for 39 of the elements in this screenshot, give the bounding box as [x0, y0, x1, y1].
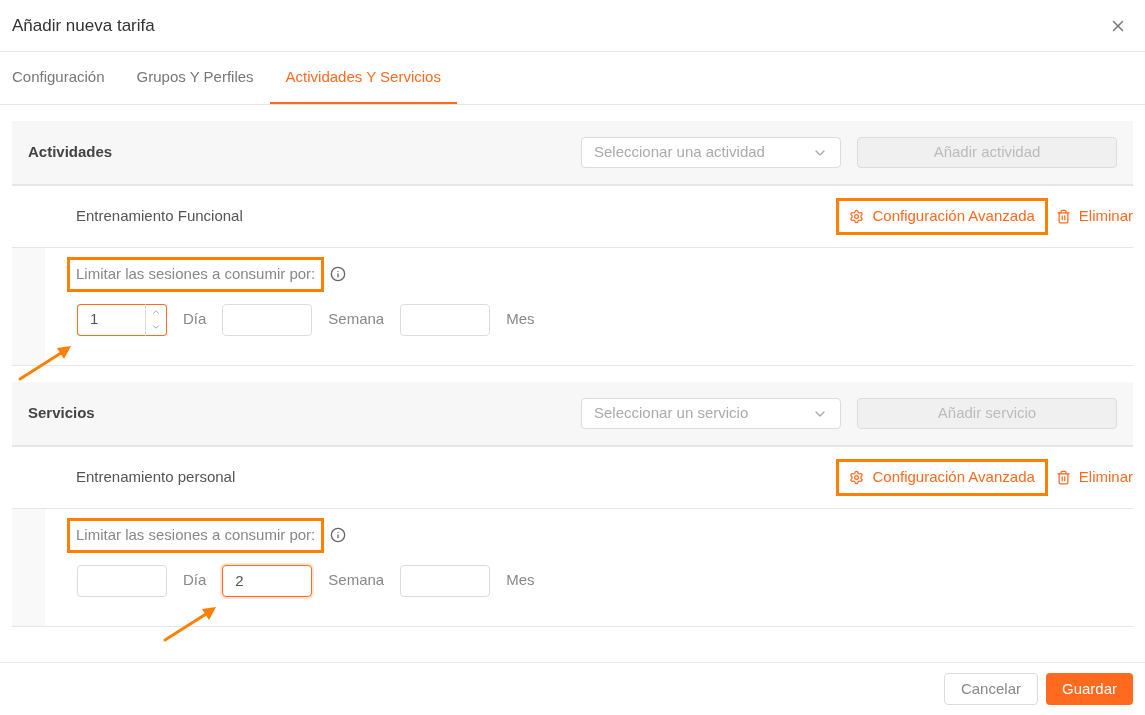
- info-icon[interactable]: [330, 527, 347, 544]
- input-field[interactable]: [400, 303, 491, 336]
- limit-label: Limitar las sesiones a consumir por:: [67, 257, 325, 292]
- input-field[interactable]: 2: [222, 564, 313, 597]
- section-title: Servicios: [28, 403, 95, 424]
- trash-icon: [1055, 209, 1071, 224]
- input-field[interactable]: [400, 564, 491, 597]
- limit-label: Limitar las sesiones a consumir por:: [67, 518, 325, 553]
- item-name: Entrenamiento personal: [76, 467, 236, 488]
- advanced-config-button[interactable]: Configuración Avanzada: [836, 459, 1048, 496]
- delete-button[interactable]: Eliminar: [1055, 205, 1133, 228]
- number-field[interactable]: 1: [77, 303, 145, 336]
- unit-label: Mes: [506, 309, 535, 330]
- unit-label: Mes: [506, 570, 535, 591]
- cancel-button[interactable]: Cancelar: [943, 673, 1038, 705]
- input-field[interactable]: [222, 303, 313, 336]
- section-title: Actividades: [28, 142, 113, 163]
- settings-icon: [849, 470, 865, 485]
- input-field[interactable]: [77, 564, 167, 597]
- tab[interactable]: Configuración: [12, 52, 121, 104]
- unit-label: Semana: [328, 570, 385, 591]
- save-button[interactable]: Guardar: [1045, 673, 1133, 705]
- select-field[interactable]: Seleccionar un servicio: [581, 398, 841, 429]
- delete-button[interactable]: Eliminar: [1055, 466, 1133, 489]
- select-field[interactable]: Seleccionar una actividad: [581, 137, 841, 168]
- chevron-down-icon: [151, 322, 161, 332]
- unit-label: Semana: [328, 309, 385, 330]
- settings-icon: [849, 209, 865, 224]
- info-icon[interactable]: [330, 266, 347, 283]
- stepper-control[interactable]: [145, 303, 167, 336]
- advanced-config-button[interactable]: Configuración Avanzada: [836, 198, 1048, 235]
- tab[interactable]: Actividades Y Servicios: [269, 52, 457, 104]
- tab[interactable]: Grupos Y Perfiles: [120, 52, 270, 104]
- chevron-up-icon: [151, 307, 161, 317]
- trash-icon: [1055, 470, 1071, 485]
- unit-label: Día: [183, 570, 207, 591]
- unit-label: Día: [183, 309, 207, 330]
- dialog-title: Añadir nueva tarifa: [12, 14, 156, 37]
- item-name: Entrenamiento Funcional: [76, 206, 243, 227]
